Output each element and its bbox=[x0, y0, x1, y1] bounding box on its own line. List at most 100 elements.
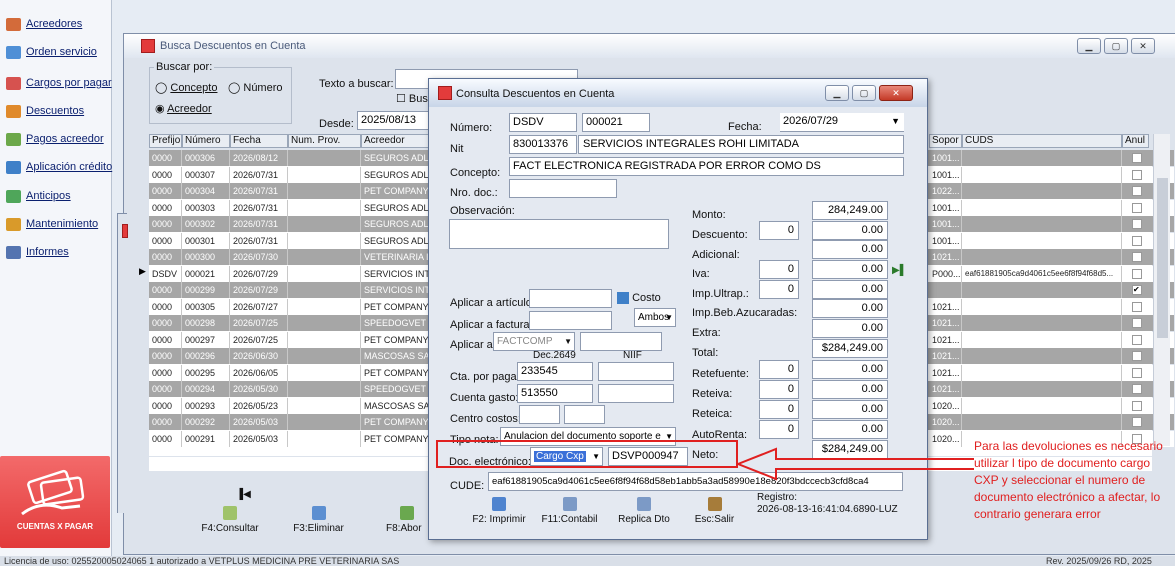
anul-checkbox[interactable] bbox=[1132, 235, 1142, 246]
replica-button[interactable]: Replica Dto bbox=[614, 497, 674, 525]
anul-checkbox[interactable] bbox=[1132, 268, 1142, 279]
concepto-field[interactable]: FACT ELECTRONICA REGISTRADA POR ERROR CO… bbox=[509, 157, 904, 176]
costo-toggle[interactable]: Costo bbox=[617, 292, 661, 305]
cta-pagar-niif-field[interactable] bbox=[598, 362, 674, 381]
radio-concepto[interactable]: ◯ Concepto bbox=[155, 81, 217, 94]
col-sopor[interactable]: Sopor bbox=[929, 134, 962, 148]
calculate-icon[interactable]: ▶▌ bbox=[892, 265, 907, 276]
anul-checkbox[interactable] bbox=[1132, 384, 1142, 394]
col-cuds[interactable]: CUDS bbox=[962, 134, 1122, 148]
ambos-select[interactable]: Ambos ▼ bbox=[634, 308, 676, 327]
aplicar-factura-field[interactable] bbox=[529, 311, 612, 330]
nav-anticipos[interactable]: Anticipos bbox=[6, 186, 71, 206]
col-numero[interactable]: Número bbox=[182, 134, 230, 148]
abonar-button[interactable]: F8:Abor bbox=[386, 506, 429, 534]
registro-value: 2026-08-13-16:41:04.6890-LUZ bbox=[757, 504, 898, 515]
autorenta-pct-field[interactable]: 0 bbox=[759, 420, 799, 439]
centro-costos-label: Centro costos: bbox=[450, 413, 521, 425]
contabil-button[interactable]: F11:Contabil bbox=[537, 497, 602, 525]
anul-checkbox[interactable] bbox=[1132, 334, 1142, 345]
anul-checkbox[interactable] bbox=[1132, 351, 1142, 361]
anul-checkbox[interactable] bbox=[1132, 169, 1142, 180]
col-fecha[interactable]: Fecha bbox=[230, 134, 288, 148]
retefuente-field[interactable]: 0.00 bbox=[812, 360, 888, 379]
centro-costos-field[interactable] bbox=[519, 405, 560, 424]
nav-pagos-acreedor[interactable]: Pagos acreedor bbox=[6, 129, 104, 149]
anul-checkbox[interactable]: ✔ bbox=[1132, 285, 1142, 295]
col-anul[interactable]: Anul bbox=[1122, 134, 1149, 148]
nav-aplicacion-credito[interactable]: Aplicación crédito bbox=[6, 157, 112, 177]
total-field[interactable]: $284,249.00 bbox=[812, 339, 888, 358]
retefuente-pct-field[interactable]: 0 bbox=[759, 360, 799, 379]
minimize-button[interactable]: ▁ bbox=[1077, 38, 1101, 54]
dialog-close-button[interactable]: ✕ bbox=[879, 85, 913, 101]
impultrap-pct-field[interactable]: 0 bbox=[759, 280, 799, 299]
anul-checkbox[interactable] bbox=[1132, 400, 1142, 411]
radio-numero[interactable]: ◯ Número bbox=[228, 81, 283, 94]
fecha-field[interactable]: 2026/07/29 ▼ bbox=[780, 113, 904, 132]
nav-descuentos[interactable]: Descuentos bbox=[6, 101, 84, 121]
iva-pct-field[interactable]: 0 bbox=[759, 260, 799, 279]
first-record-icon[interactable]: ▐◀ bbox=[236, 489, 251, 500]
anul-checkbox[interactable] bbox=[1132, 186, 1142, 196]
extra-field[interactable]: 0.00 bbox=[812, 319, 888, 338]
autorenta-field[interactable]: 0.00 bbox=[812, 420, 888, 439]
monto-field[interactable]: 284,249.00 bbox=[812, 201, 888, 220]
bus-checkbox[interactable]: ☐ Bus bbox=[396, 92, 428, 105]
nav-informes[interactable]: Informes bbox=[6, 242, 69, 262]
impbeb-field[interactable]: 0.00 bbox=[812, 299, 888, 318]
anul-checkbox[interactable] bbox=[1132, 417, 1142, 427]
nav-cargos-por-pagar[interactable]: Cargos por pagar bbox=[6, 73, 112, 93]
eliminar-button[interactable]: F3:Eliminar bbox=[291, 506, 346, 534]
cuenta-gasto-field[interactable]: 513550 bbox=[517, 384, 593, 403]
dialog-minimize-button[interactable]: ▁ bbox=[825, 85, 849, 101]
scrollbar-thumb[interactable] bbox=[1157, 178, 1168, 338]
aplicar-articulo-field[interactable] bbox=[529, 289, 612, 308]
nav-mantenimiento[interactable]: Mantenimiento bbox=[6, 214, 98, 234]
table-cell: PET COMPANY bbox=[361, 331, 429, 348]
desde-date[interactable]: 2025/08/13 bbox=[357, 111, 429, 130]
radio-acreedor[interactable]: ◉ Acreedor bbox=[155, 102, 212, 115]
col-num-prov[interactable]: Num. Prov. bbox=[288, 134, 361, 148]
reteiva-pct-field[interactable]: 0 bbox=[759, 380, 799, 399]
aplicar-a-detail-field[interactable] bbox=[580, 332, 662, 351]
anul-checkbox[interactable] bbox=[1132, 153, 1142, 163]
numero-field[interactable]: 000021 bbox=[582, 113, 650, 132]
col-acreedor[interactable]: Acreedor bbox=[361, 134, 429, 148]
nav-acreedores[interactable]: Acreedores bbox=[6, 14, 82, 34]
descuento-field[interactable]: 0.00 bbox=[812, 221, 888, 240]
anul-checkbox[interactable] bbox=[1132, 252, 1142, 262]
imprimir-button[interactable]: F2: Imprimir bbox=[469, 497, 529, 525]
anul-checkbox[interactable] bbox=[1132, 219, 1142, 229]
table-cell: 0000 bbox=[149, 381, 182, 397]
col-prefijo[interactable]: Prefijo bbox=[149, 134, 182, 148]
dialog-maximize-button[interactable]: ▢ bbox=[852, 85, 876, 101]
aplicar-a-select[interactable]: FACTCOMP ▼ bbox=[493, 332, 575, 351]
observacion-field[interactable] bbox=[449, 219, 669, 249]
anul-checkbox[interactable] bbox=[1132, 367, 1142, 378]
anul-checkbox[interactable] bbox=[1132, 318, 1142, 328]
anul-checkbox[interactable] bbox=[1132, 301, 1142, 312]
consultar-button[interactable]: F4:Consultar bbox=[200, 506, 260, 534]
impultrap-field[interactable]: 0.00 bbox=[812, 280, 888, 299]
adicional-field[interactable]: 0.00 bbox=[812, 240, 888, 259]
anul-checkbox[interactable] bbox=[1132, 202, 1142, 213]
maximize-button[interactable]: ▢ bbox=[1104, 38, 1128, 54]
nit-field[interactable]: 830013376 bbox=[509, 135, 577, 154]
reteiva-field[interactable]: 0.00 bbox=[812, 380, 888, 399]
grid-scrollbar[interactable] bbox=[1153, 134, 1170, 446]
cta-pagar-field[interactable]: 233545 bbox=[517, 362, 593, 381]
centro-costos-niif-field[interactable] bbox=[564, 405, 605, 424]
cuenta-gasto-niif-field[interactable] bbox=[598, 384, 674, 403]
iva-field[interactable]: 0.00 bbox=[812, 260, 888, 279]
nit-name-field[interactable]: SERVICIOS INTEGRALES ROHI LIMITADA bbox=[578, 135, 904, 154]
descuento-pct-field[interactable]: 0 bbox=[759, 221, 799, 240]
close-button[interactable]: ✕ bbox=[1131, 38, 1155, 54]
nrodoc-field[interactable] bbox=[509, 179, 617, 198]
salir-button[interactable]: Esc:Salir bbox=[687, 497, 742, 525]
nav-orden-servicio[interactable]: Orden servicio bbox=[6, 42, 97, 62]
numero-prefix-field[interactable]: DSDV bbox=[509, 113, 577, 132]
reteica-pct-field[interactable]: 0 bbox=[759, 400, 799, 419]
reteica-field[interactable]: 0.00 bbox=[812, 400, 888, 419]
table-cell: SEGUROS ADL bbox=[361, 150, 429, 166]
